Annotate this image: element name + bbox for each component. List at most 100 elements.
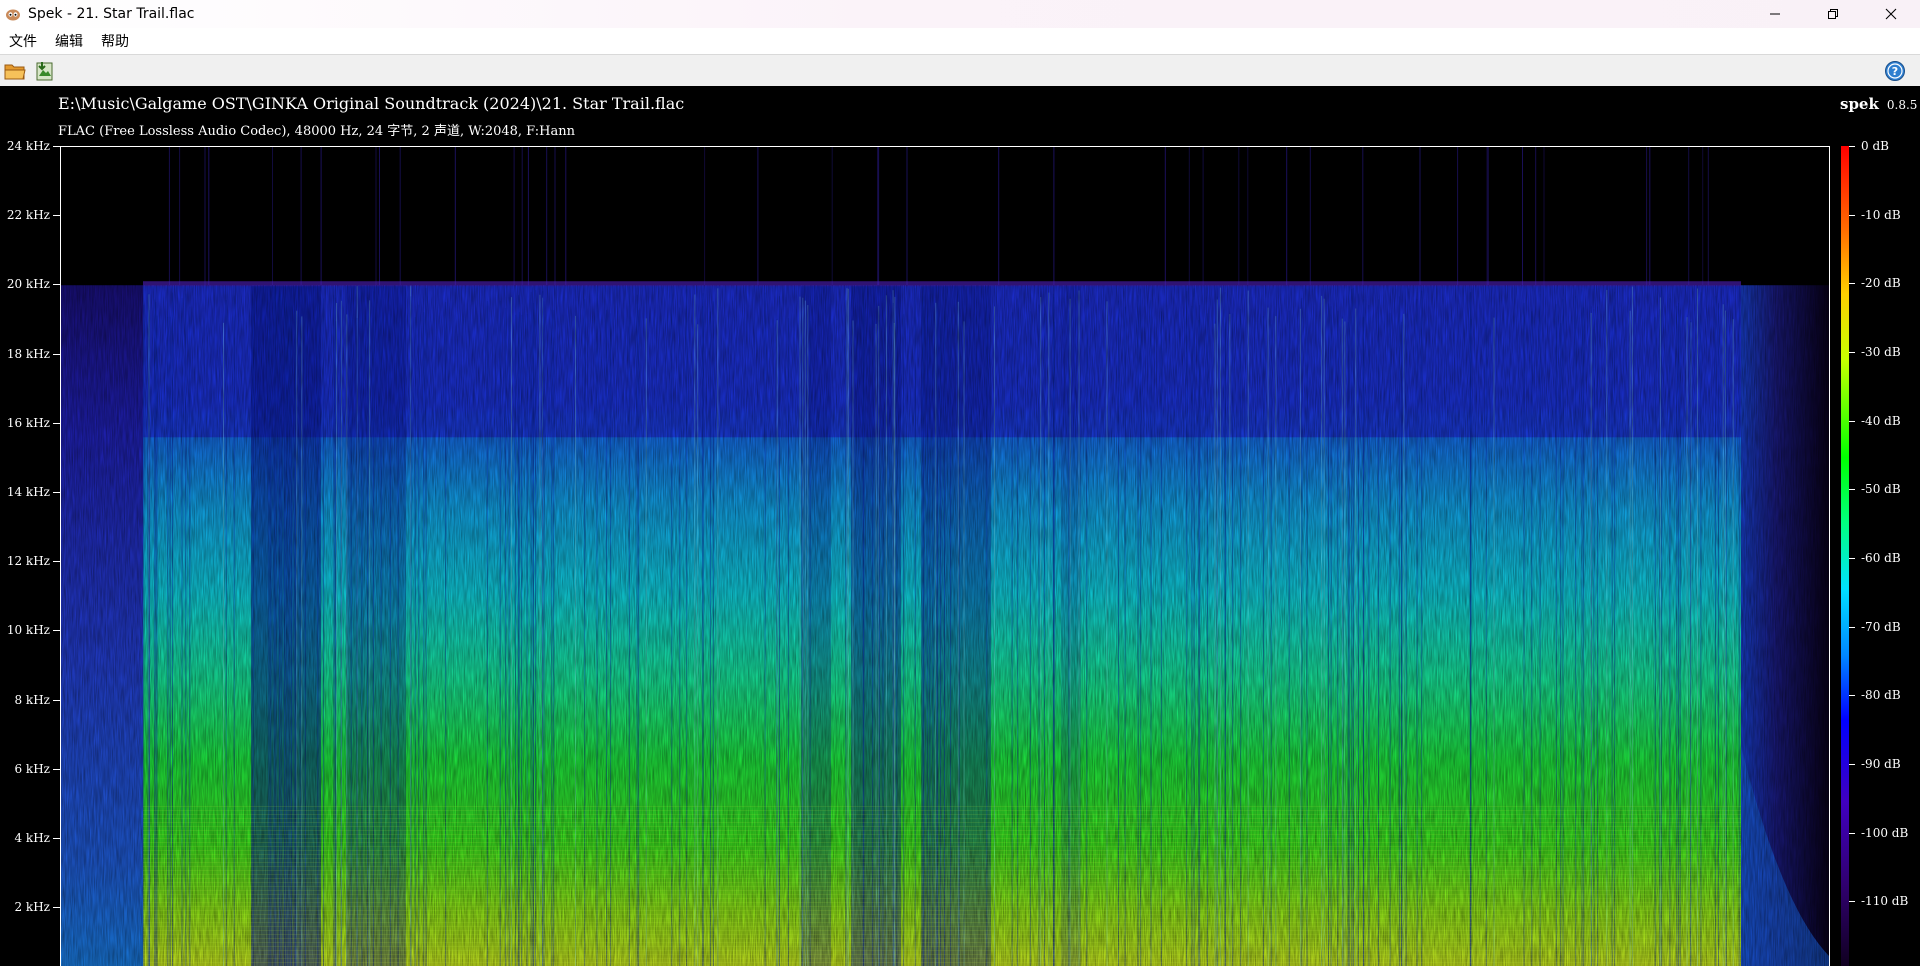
frequency-tick-label: 4 kHz <box>14 830 50 845</box>
frequency-tick-mark <box>53 284 60 286</box>
high-frequency-spike <box>1457 147 1459 286</box>
high-frequency-spike <box>375 147 377 286</box>
high-frequency-spike <box>1188 147 1190 286</box>
color-scale-bar <box>1841 146 1849 966</box>
help-icon: ? <box>1885 61 1905 81</box>
title-bar[interactable]: Spek - 21. Star Trail.flac <box>0 0 1920 28</box>
harmonic-line <box>143 962 1741 963</box>
frequency-tick-mark <box>53 837 60 839</box>
frequency-tick-mark <box>53 768 60 770</box>
version-label: 0.8.5 <box>1886 98 1918 112</box>
frequency-tick-label: 2 kHz <box>14 900 50 915</box>
color-scale-tick-label: -90 dB <box>1861 757 1901 772</box>
harmonic-line <box>143 818 1741 819</box>
high-frequency-spike <box>831 147 833 286</box>
high-frequency-spike <box>1238 147 1240 286</box>
high-frequency-spike <box>208 147 210 286</box>
color-scale-tick-label: -30 dB <box>1861 345 1901 360</box>
high-frequency-spike <box>1535 147 1537 286</box>
color-scale-tick-mark <box>1849 489 1855 491</box>
spectrogram-plot <box>60 146 1830 966</box>
high-frequency-spike <box>1649 147 1651 286</box>
high-frequency-spike <box>320 147 322 286</box>
high-frequency-spike <box>704 147 706 286</box>
harmonic-line <box>143 834 1741 835</box>
save-image-button[interactable] <box>32 59 58 83</box>
menu-edit[interactable]: 编辑 <box>46 31 92 51</box>
high-frequency-spike <box>179 147 181 286</box>
high-frequency-spike <box>513 147 515 286</box>
high-frequency-spike <box>1702 147 1704 286</box>
menu-help[interactable]: 帮助 <box>92 31 138 51</box>
high-frequency-spike <box>757 147 759 286</box>
window-controls <box>1746 0 1920 28</box>
harmonic-line <box>143 946 1741 947</box>
high-frequency-spike <box>1707 147 1709 286</box>
help-button[interactable]: ? <box>1882 59 1908 83</box>
frequency-tick-label: 12 kHz <box>6 554 50 569</box>
harmonic-line <box>143 914 1741 915</box>
file-info: FLAC (Free Lossless Audio Codec), 48000 … <box>58 124 575 139</box>
harmonic-line <box>143 894 1741 895</box>
harmonic-line <box>143 902 1741 903</box>
menu-file[interactable]: 文件 <box>0 31 46 51</box>
restore-icon <box>1828 9 1838 19</box>
high-frequency-spike <box>1486 147 1488 286</box>
open-file-button[interactable] <box>2 59 28 83</box>
harmonic-line <box>143 898 1741 899</box>
high-frequency-spike <box>300 147 302 286</box>
close-icon <box>1885 8 1897 20</box>
high-frequency-spike <box>1202 147 1204 286</box>
spectrogram-view: E:\Music\Galgame OST\GINKA Original Soun… <box>0 86 1920 966</box>
color-scale-tick-mark <box>1849 558 1855 560</box>
minimize-icon <box>1770 13 1780 15</box>
harmonic-line <box>143 950 1741 951</box>
harmonic-line <box>143 922 1741 923</box>
high-frequency-spike <box>1522 147 1523 286</box>
high-frequency-spike <box>1688 147 1690 286</box>
frequency-tick-mark <box>53 561 60 563</box>
harmonic-line <box>143 958 1741 959</box>
color-scale-tick-label: -100 dB <box>1861 825 1909 840</box>
harmonic-line <box>143 938 1741 939</box>
harmonic-line <box>143 934 1741 935</box>
color-scale-tick-label: -20 dB <box>1861 276 1901 291</box>
harmonic-line <box>143 854 1741 855</box>
high-frequency-spike <box>1053 147 1055 286</box>
frequency-tick-label: 8 kHz <box>14 692 50 707</box>
noise-texture <box>61 285 1829 966</box>
harmonic-line <box>143 918 1741 919</box>
high-frequency-spike <box>204 147 206 286</box>
minimize-button[interactable] <box>1746 0 1804 28</box>
brand-label: spek 0.8.5 <box>1840 95 1917 113</box>
color-scale-tick-mark <box>1849 420 1855 422</box>
color-scale-tick-label: -70 dB <box>1861 619 1901 634</box>
harmonic-line <box>143 846 1741 847</box>
high-frequency-spike <box>906 147 908 286</box>
frequency-tick-label: 18 kHz <box>6 346 50 361</box>
harmonic-line <box>143 878 1741 879</box>
harmonic-line <box>143 862 1741 863</box>
frequency-tick-mark <box>53 215 60 217</box>
high-frequency-spike <box>998 147 1000 286</box>
color-scale-tick-label: -10 dB <box>1861 207 1901 222</box>
color-scale-tick-mark <box>1849 695 1855 697</box>
harmonic-line <box>143 906 1741 907</box>
harmonic-line <box>143 910 1741 911</box>
close-button[interactable] <box>1862 0 1920 28</box>
file-path: E:\Music\Galgame OST\GINKA Original Soun… <box>58 94 685 113</box>
high-frequency-spike <box>877 147 878 286</box>
frequency-tick-label: 20 kHz <box>6 277 50 292</box>
color-scale-tick-mark <box>1849 764 1855 766</box>
restore-button[interactable] <box>1804 0 1862 28</box>
folder-open-icon <box>4 64 26 80</box>
harmonic-line <box>143 890 1741 891</box>
high-frequency-spike <box>1286 147 1288 286</box>
high-frequency-spike <box>1362 147 1364 286</box>
high-frequency-spike <box>554 147 556 286</box>
harmonic-line <box>143 838 1741 839</box>
color-scale-tick-mark <box>1849 832 1855 834</box>
harmonic-line <box>143 866 1741 867</box>
harmonic-line <box>143 842 1741 843</box>
high-frequency-spike <box>1164 147 1166 286</box>
